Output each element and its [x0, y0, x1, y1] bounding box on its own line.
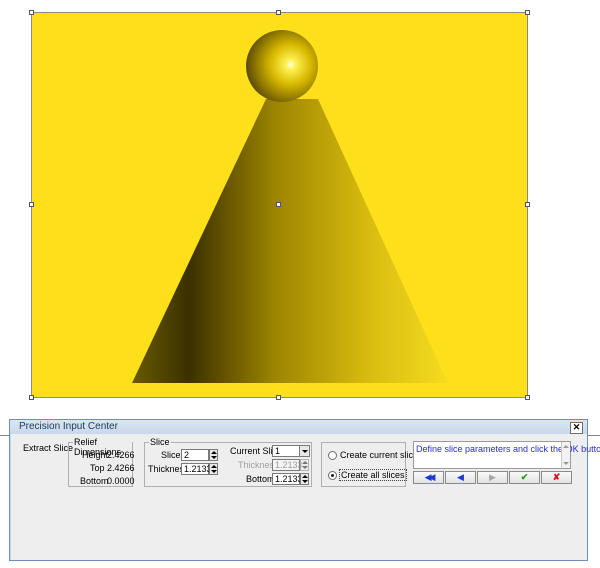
thickness-input[interactable]: 1.2133 — [181, 463, 212, 475]
height-label: Height — [82, 450, 109, 460]
current-bottom-label: Bottom — [246, 474, 275, 484]
next-slice-button[interactable]: ▶ — [477, 471, 508, 484]
close-button[interactable]: ✕ — [570, 422, 583, 434]
current-thickness-spin-arrows-icon — [300, 459, 309, 471]
ok-check-icon: ✔ — [520, 472, 529, 482]
status-message: Define slice parameters and click the OK… — [416, 444, 600, 454]
bottom-label: Bottom — [80, 476, 109, 486]
slices-spin-arrows-icon[interactable] — [209, 449, 218, 461]
dialog-title: Precision Input Center — [19, 421, 118, 432]
current-thickness-input: 1.2133 — [272, 459, 303, 471]
sphere-shape — [246, 30, 318, 102]
current-bottom-input[interactable]: 1.2133 — [272, 473, 303, 485]
slices-input[interactable]: 2 — [181, 449, 209, 461]
resize-handle-nw[interactable] — [29, 10, 34, 15]
height-value: 2.4266 — [107, 450, 135, 460]
top-label: Top — [90, 463, 105, 473]
status-scrollbar[interactable] — [561, 442, 570, 468]
create-all-slices-radio[interactable] — [328, 471, 337, 480]
previous-slice-button[interactable]: ◀ — [445, 471, 476, 484]
mode-group: Create current slice Create all slices — [321, 442, 418, 487]
resize-handle-n[interactable] — [276, 10, 281, 15]
slice-group: Slice Slices 2 Thickness 1.2133 Current … — [144, 437, 312, 487]
cancel-x-icon: ✘ — [552, 472, 561, 482]
create-current-slice-label[interactable]: Create current slice — [340, 450, 418, 460]
previous-slice-icon: ◀ — [457, 472, 464, 482]
cancel-button[interactable]: ✘ — [541, 471, 572, 484]
relief-dimensions-group: Relief Dimensions Height 2.4266 Top 2.42… — [68, 437, 135, 487]
resize-handle-sw[interactable] — [29, 395, 34, 400]
relief-canvas[interactable] — [29, 10, 530, 400]
resize-handle-w[interactable] — [29, 202, 34, 207]
cone-shape — [132, 99, 448, 383]
resize-handle-se[interactable] — [525, 395, 530, 400]
next-slice-icon: ▶ — [489, 472, 496, 482]
resize-handle-e[interactable] — [525, 202, 530, 207]
extract-slice-label: Extract Slice — [23, 443, 74, 453]
current-slice-select[interactable]: 1 — [272, 445, 300, 457]
create-all-slices-label[interactable]: Create all slices — [339, 469, 407, 481]
current-bottom-spin-arrows-icon[interactable] — [300, 473, 309, 485]
resize-handle-s[interactable] — [276, 395, 281, 400]
precision-input-dialog: Precision Input Center ✕ Extract Slice R… — [9, 419, 600, 561]
slice-legend: Slice — [149, 437, 171, 447]
center-handle[interactable] — [276, 202, 281, 207]
resize-handle-ne[interactable] — [525, 10, 530, 15]
first-slice-button[interactable]: ◀◀ — [413, 471, 444, 484]
dialog-titlebar[interactable]: Precision Input Center ✕ — [10, 420, 587, 434]
ok-button[interactable]: ✔ — [509, 471, 540, 484]
top-value: 2.4266 — [107, 463, 135, 473]
close-icon: ✕ — [572, 422, 581, 432]
create-current-slice-radio[interactable] — [328, 451, 337, 460]
first-slice-icon: ◀◀ — [424, 472, 436, 482]
status-message-box: Define slice parameters and click the OK… — [413, 441, 600, 469]
bottom-value: 0.0000 — [107, 476, 135, 486]
dropdown-arrow-icon[interactable] — [299, 445, 310, 457]
thickness-spin-arrows-icon[interactable] — [209, 463, 218, 475]
